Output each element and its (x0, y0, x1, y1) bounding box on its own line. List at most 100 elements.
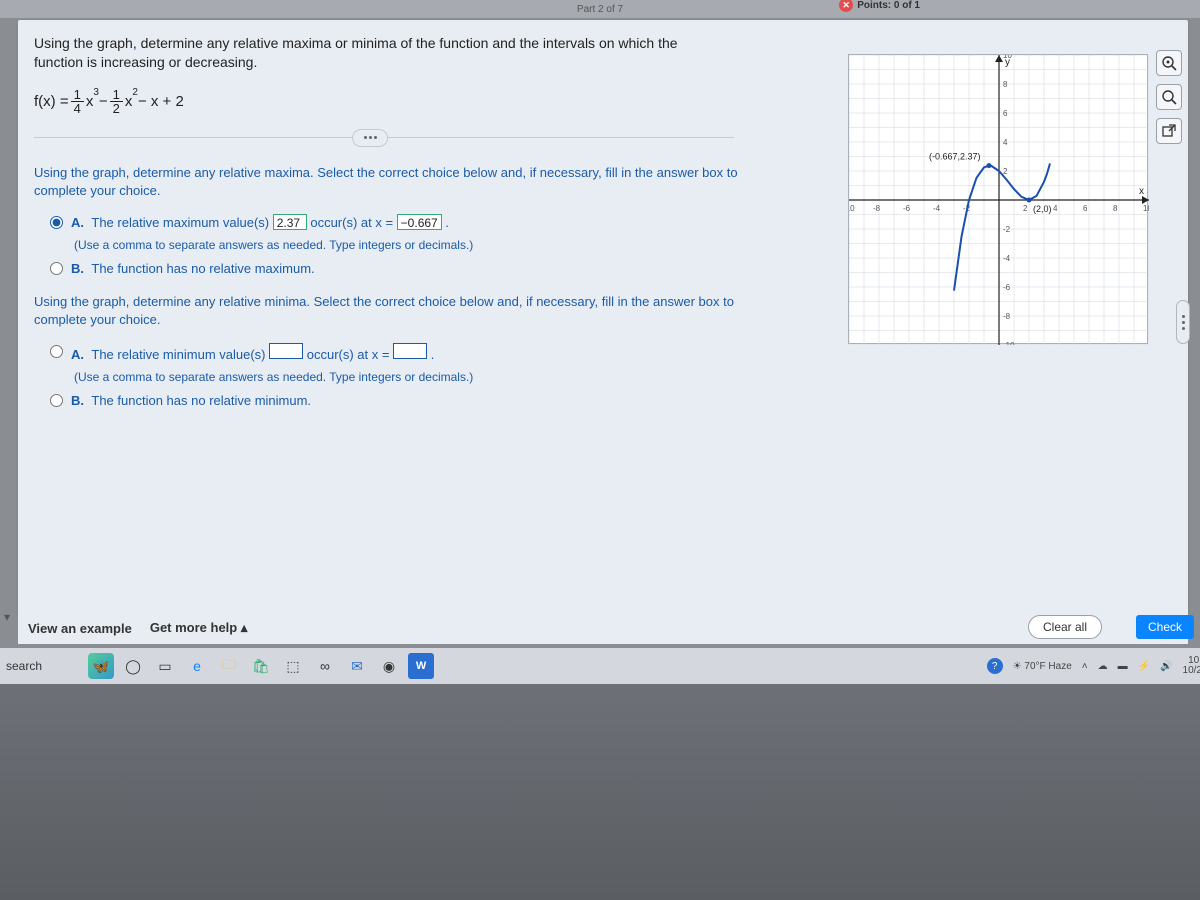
q1-optB-text: The function has no relative maximum. (91, 261, 314, 276)
tray-clock[interactable]: 10:10/2 (1183, 656, 1200, 676)
tray-caret-icon[interactable]: ˄ (1082, 661, 1088, 672)
q2-hint: (Use a comma to separate answers as need… (50, 370, 754, 384)
windows-taskbar: search 🦋 ◯ ▭ e 🗀 🛍 ⬚ ∞ ✉ ◉ W ? ☀ 70°F Ha… (0, 648, 1200, 684)
svg-text:-8: -8 (873, 204, 881, 213)
svg-text:x: x (1139, 186, 1144, 197)
tray-wifi-icon[interactable]: ⚡ (1138, 661, 1150, 672)
svg-text:10: 10 (1143, 204, 1149, 213)
svg-text:2: 2 (1023, 204, 1028, 213)
svg-text:-10: -10 (849, 204, 855, 213)
svg-text:(-0.667,2.37): (-0.667,2.37) (929, 152, 981, 162)
desk-surface (0, 684, 1200, 900)
q1-answer-x[interactable]: −0.667 (397, 214, 442, 230)
app-icon-2[interactable]: ∞ (312, 653, 338, 679)
term1: x3 (86, 92, 99, 110)
q1-optA-period: . (445, 215, 449, 230)
q1-radio-b[interactable] (50, 262, 63, 275)
q2-radio-a[interactable] (50, 345, 63, 358)
svg-text:-6: -6 (903, 204, 911, 213)
q2-optB-label: B. (71, 393, 84, 408)
tray-battery-icon[interactable]: ▬ (1118, 661, 1128, 672)
cortana-icon[interactable]: ◯ (120, 653, 146, 679)
svg-text:8: 8 (1003, 80, 1008, 89)
prompt-line1: Using the graph, determine any relative … (34, 35, 678, 51)
tray-volume-icon[interactable]: 🔊 (1160, 661, 1172, 672)
q2-optA-label: A. (71, 347, 84, 362)
zoom-target-icon[interactable] (1156, 50, 1182, 76)
store-icon[interactable]: 🛍 (248, 653, 274, 679)
q2-optA-period: . (431, 347, 435, 362)
word-icon[interactable]: W (408, 653, 434, 679)
svg-text:-6: -6 (1003, 283, 1011, 292)
ellipsis-icon[interactable] (352, 129, 388, 147)
get-help-link[interactable]: Get more help ▴ (150, 620, 248, 636)
svg-text:8: 8 (1113, 204, 1118, 213)
q2-radio-b[interactable] (50, 394, 63, 407)
svg-text:-4: -4 (1003, 254, 1011, 263)
svg-text:6: 6 (1003, 109, 1008, 118)
q1-option-a[interactable]: A. The relative maximum value(s) 2.37 oc… (50, 214, 754, 232)
svg-text:4: 4 (1053, 204, 1058, 213)
svg-text:6: 6 (1083, 204, 1088, 213)
popout-icon[interactable] (1156, 118, 1182, 144)
svg-text:(2,0): (2,0) (1033, 204, 1052, 214)
formula-tail: − x + 2 (138, 93, 184, 110)
points-label: Points: 0 of 1 (857, 0, 920, 11)
prompt-line2: function is increasing or decreasing. (34, 54, 257, 70)
q2-option-a[interactable]: A. The relative minimum value(s) occur(s… (50, 343, 754, 364)
svg-text:-4: -4 (933, 204, 941, 213)
mail-icon[interactable]: ✉ (344, 653, 370, 679)
fraction-1: 1 4 (71, 88, 84, 115)
view-example-link[interactable]: View an example (28, 621, 132, 636)
minus1: − (99, 93, 108, 110)
function-graph: yx-10-8-6-4-2246810-10-8-6-4-2246810(-0.… (849, 55, 1149, 345)
footer-bar: View an example Get more help ▴ Clear al… (18, 612, 1188, 644)
fraction-2: 1 2 (110, 88, 123, 115)
task-view-icon[interactable]: ▭ (152, 653, 178, 679)
check-answer-button[interactable]: Check (1136, 615, 1194, 639)
q2-answer-value[interactable] (269, 343, 303, 359)
clear-all-button[interactable]: Clear all (1028, 615, 1102, 639)
q1-optA-pre: The relative maximum value(s) (91, 215, 272, 230)
tray-onedrive-icon[interactable]: ☁ (1098, 661, 1108, 672)
svg-text:-10: -10 (1003, 341, 1015, 345)
q2-answer-x[interactable] (393, 343, 427, 359)
help-icon[interactable]: ? (987, 658, 1003, 674)
q2-optA-pre: The relative minimum value(s) (91, 347, 269, 362)
q1-option-b[interactable]: B. The function has no relative maximum. (50, 260, 754, 278)
chrome-icon[interactable]: ◉ (376, 653, 402, 679)
q1-radio-a[interactable] (50, 216, 63, 229)
taskbar-search-label[interactable]: search (6, 659, 42, 673)
part-label: Part 2 of 7 (577, 4, 623, 15)
collapse-caret-icon[interactable]: ▾ (4, 610, 10, 624)
edge-icon[interactable]: e (184, 653, 210, 679)
svg-text:4: 4 (1003, 138, 1008, 147)
svg-text:-8: -8 (1003, 312, 1011, 321)
zoom-icon[interactable] (1156, 84, 1182, 110)
file-explorer-icon[interactable]: 🗀 (216, 653, 242, 679)
vertical-ellipsis-icon[interactable] (1176, 300, 1190, 344)
term2: x2 (125, 92, 138, 110)
q1-optA-label: A. (71, 215, 84, 230)
q2-instruction: Using the graph, determine any relative … (34, 293, 754, 329)
graph-panel: yx-10-8-6-4-2246810-10-8-6-4-2246810(-0.… (848, 54, 1148, 344)
svg-text:-2: -2 (1003, 225, 1011, 234)
question-panel: Using the graph, determine any relative … (18, 20, 1188, 615)
taskbar-app-icon[interactable]: 🦋 (88, 653, 114, 679)
q2-optA-mid: occur(s) at x = (307, 347, 393, 362)
close-icon: ✕ (839, 0, 853, 12)
svg-text:2: 2 (1003, 167, 1008, 176)
q1-optA-mid: occur(s) at x = (310, 215, 396, 230)
weather-widget[interactable]: ☀ 70°F Haze (1013, 661, 1072, 672)
question-prompt: Using the graph, determine any relative … (34, 34, 734, 72)
q2-optB-text: The function has no relative minimum. (91, 393, 311, 408)
q1-answer-value[interactable]: 2.37 (273, 214, 307, 230)
q1-optB-label: B. (71, 261, 84, 276)
svg-text:10: 10 (1003, 55, 1012, 60)
app-icon-1[interactable]: ⬚ (280, 653, 306, 679)
q1-instruction: Using the graph, determine any relative … (34, 164, 754, 200)
q2-option-b[interactable]: B. The function has no relative minimum. (50, 392, 754, 410)
graph-tools (1156, 50, 1182, 144)
section-divider (34, 137, 734, 138)
q1-hint: (Use a comma to separate answers as need… (50, 238, 754, 252)
